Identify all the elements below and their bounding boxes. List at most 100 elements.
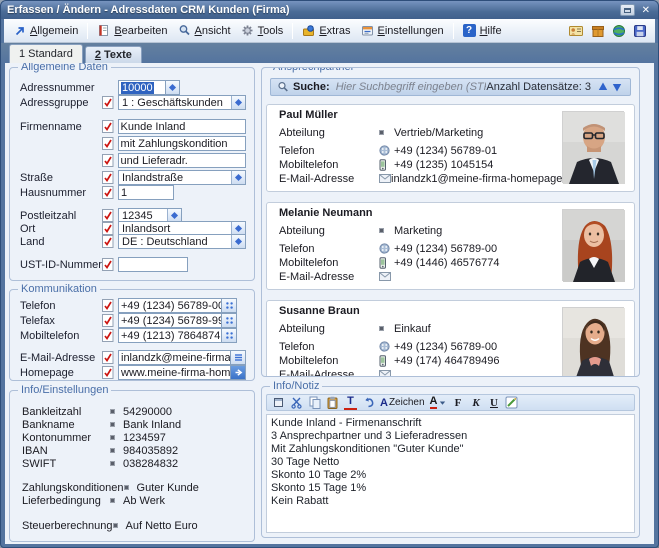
field-label: Firmenname xyxy=(20,121,102,133)
list-icon xyxy=(234,353,243,362)
bold-button[interactable]: F xyxy=(451,396,464,410)
panel-ansprechpartner: Ansprechpartner Suche: Anzahl Datensätze… xyxy=(261,67,640,377)
contact-phone: +49 (1234) 56789-00 xyxy=(394,341,497,353)
search-label: Suche: xyxy=(293,81,330,93)
contact-card[interactable]: Paul Müller AbteilungVertrieb/Marketing … xyxy=(266,104,635,192)
telefon-input[interactable]: +49 (1234) 56789-00 xyxy=(118,298,222,313)
font-color-button[interactable]: A xyxy=(430,396,447,410)
format-text-button[interactable]: T xyxy=(344,396,357,410)
menu-item-tools[interactable]: Tools xyxy=(236,22,289,39)
mail-icon xyxy=(379,370,394,377)
firmenname-input-1[interactable]: Kunde Inland xyxy=(118,119,246,134)
mobiltelefon-input[interactable]: +49 (1213) 7864874 xyxy=(118,328,222,343)
email-input[interactable]: inlandzk@meine-firma-homepage.de xyxy=(118,350,231,365)
telefax-input[interactable]: +49 (1234) 56789-99 xyxy=(118,313,222,328)
contact-photo xyxy=(562,209,624,281)
title-bar[interactable]: Erfassen / Ändern - Adressdaten CRM Kund… xyxy=(1,1,658,19)
edit-check-icon[interactable] xyxy=(102,171,115,185)
mobile-phone-icon xyxy=(379,159,394,171)
edit-check-icon[interactable] xyxy=(102,154,115,168)
package-button[interactable] xyxy=(591,24,605,38)
edit-check-icon[interactable] xyxy=(102,137,115,151)
paste-button[interactable] xyxy=(326,396,339,410)
next-record-button[interactable] xyxy=(610,82,624,92)
adressgruppe-select[interactable]: 1 : Geschäftskunden xyxy=(118,95,246,110)
email-list-button[interactable] xyxy=(231,350,246,365)
contact-card[interactable]: Melanie Neumann AbteilungMarketing Telef… xyxy=(266,202,635,290)
spinner-button[interactable] xyxy=(166,80,180,95)
prev-record-button[interactable] xyxy=(596,82,610,92)
panel-info-notiz: Info/Notiz T AZeichen A F K U Kunde xyxy=(261,386,640,538)
edit-note-button[interactable] xyxy=(505,396,518,410)
menu-item-allgemein[interactable]: Allgemein xyxy=(9,23,83,39)
dropdown-icon xyxy=(235,174,242,181)
menu-item-extras[interactable]: Extras xyxy=(297,22,355,39)
ustid-input[interactable] xyxy=(118,257,188,272)
menu-item-einstellungen[interactable]: Einstellungen xyxy=(356,22,449,39)
field-label: Land xyxy=(20,236,102,248)
contact-phone: +49 (1234) 56789-01 xyxy=(394,145,497,157)
dial-button[interactable] xyxy=(222,313,237,328)
window-icon[interactable] xyxy=(272,396,285,410)
strasse-select[interactable]: Inlandstraße xyxy=(118,170,246,185)
characters-button[interactable]: AZeichen xyxy=(380,396,425,410)
edit-check-icon[interactable] xyxy=(102,258,115,272)
edit-check-icon[interactable] xyxy=(102,120,115,134)
menu-item-bearbeiten[interactable]: Bearbeiten xyxy=(92,22,172,39)
field-label: Adressgruppe xyxy=(20,97,102,109)
bullet-icon xyxy=(110,448,115,453)
note-toolbar: T AZeichen A F K U xyxy=(266,394,635,411)
edit-check-icon[interactable] xyxy=(102,186,115,200)
close-button[interactable]: ✕ xyxy=(640,5,652,16)
contact-mobile: +49 (174) 464789496 xyxy=(394,355,500,367)
contact-card[interactable]: Susanne Braun AbteilungEinkauf Telefon+4… xyxy=(266,300,635,377)
tab-texte[interactable]: 2 Texte xyxy=(85,46,142,63)
contact-card-button[interactable] xyxy=(569,24,584,38)
copy-button[interactable] xyxy=(308,396,321,410)
open-homepage-button[interactable] xyxy=(231,365,246,380)
dial-button[interactable] xyxy=(222,328,237,343)
contact-name: Paul Müller xyxy=(279,109,338,121)
italic-button[interactable]: K xyxy=(469,396,482,410)
field-firmenname-1: Firmenname Kunde Inland xyxy=(20,119,246,134)
cut-button[interactable] xyxy=(290,396,303,410)
phone-icon xyxy=(379,243,394,254)
search-icon xyxy=(277,81,289,93)
firmenname-input-2[interactable]: mit Zahlungskondition xyxy=(118,136,246,151)
land-select[interactable]: DE : Deutschland xyxy=(118,234,246,249)
adressnummer-input[interactable]: 10000 xyxy=(118,80,166,95)
info-row: IBAN984035892 xyxy=(22,444,246,457)
edit-check-icon[interactable] xyxy=(102,96,115,110)
note-editor[interactable]: Kunde Inland - Firmenanschrift 3 Ansprec… xyxy=(266,414,635,533)
help-icon: ? xyxy=(463,24,476,37)
dropdown-button[interactable] xyxy=(231,96,245,109)
menu-item-ansicht[interactable]: Ansicht xyxy=(173,22,236,39)
contact-name: Melanie Neumann xyxy=(279,207,373,219)
undo-arrow-icon xyxy=(363,397,375,408)
dropdown-button[interactable] xyxy=(231,171,245,184)
search-input[interactable] xyxy=(336,81,487,93)
dial-button[interactable] xyxy=(222,298,237,313)
underline-button[interactable]: U xyxy=(487,396,500,410)
edit-check-icon[interactable] xyxy=(102,299,115,313)
dropdown-button[interactable] xyxy=(231,235,245,248)
edit-check-icon[interactable] xyxy=(102,329,115,343)
extras-icon xyxy=(302,24,315,37)
edit-check-icon[interactable] xyxy=(102,314,115,328)
edit-check-icon[interactable] xyxy=(102,235,115,249)
restore-button[interactable] xyxy=(620,4,635,16)
menu-item-hilfe[interactable]: ? Hilfe xyxy=(458,22,507,39)
save-button[interactable] xyxy=(633,24,647,38)
homepage-input[interactable]: www.meine-firma-homepage.de xyxy=(118,365,231,380)
info-row: ZahlungskonditionenGuter Kunde xyxy=(22,481,246,494)
globe-button[interactable] xyxy=(612,24,626,38)
panel-legend: Info/Notiz xyxy=(270,380,322,392)
firmenname-input-3[interactable]: und Lieferadr. xyxy=(118,153,246,168)
tab-standard[interactable]: 1 Standard xyxy=(9,44,83,63)
bullet-icon xyxy=(379,326,394,331)
edit-check-icon[interactable] xyxy=(102,351,115,365)
hausnummer-input[interactable]: 1 xyxy=(118,185,174,200)
undo-button[interactable] xyxy=(362,396,375,410)
edit-check-icon[interactable] xyxy=(102,366,115,380)
dropdown-icon xyxy=(235,225,242,232)
